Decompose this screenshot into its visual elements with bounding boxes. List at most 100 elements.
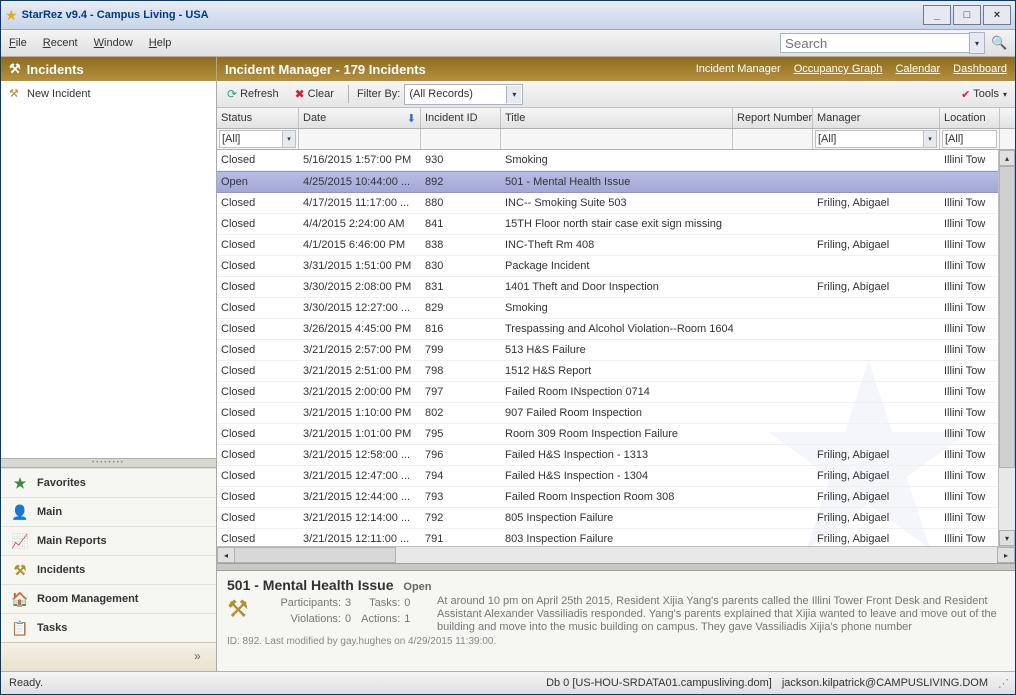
cell-id: 796 (421, 449, 501, 461)
table-row[interactable]: Open4/25/2015 10:44:00 ...892501 - Menta… (217, 171, 1015, 193)
col-incident-id[interactable]: Incident ID (421, 108, 501, 128)
filter-date[interactable] (301, 131, 418, 147)
clear-button[interactable]: ✖Clear (289, 85, 340, 103)
search-dropdown[interactable]: ▾ (969, 32, 985, 54)
filter-select[interactable]: (All Records)▾ (404, 84, 523, 105)
cell-location: Illini Tow (940, 449, 1000, 461)
refresh-button[interactable]: ⟳Refresh (221, 85, 285, 103)
toolbar: ⟳Refresh ✖Clear Filter By: (All Records)… (217, 81, 1015, 108)
cell-id: 794 (421, 470, 501, 482)
cell-title: 501 - Mental Health Issue (501, 176, 733, 188)
cell-status: Closed (217, 154, 299, 166)
table-row[interactable]: Closed3/21/2015 2:51:00 PM7981512 H&S Re… (217, 361, 1015, 382)
cell-title: 803 Inspection Failure (501, 533, 733, 545)
scroll-thumb-h[interactable] (234, 547, 396, 563)
filter-manager[interactable]: [All]▾ (815, 130, 937, 148)
table-row[interactable]: Closed3/21/2015 12:14:00 ...792805 Inspe… (217, 508, 1015, 529)
tools-button[interactable]: ✔Tools▾ (957, 86, 1011, 103)
table-row[interactable]: Closed4/1/2015 6:46:00 PM838INC-Theft Rm… (217, 235, 1015, 256)
minimize-button[interactable]: _ (923, 5, 951, 25)
filter-id[interactable] (423, 131, 498, 147)
status-ready: Ready. (9, 677, 43, 689)
cell-date: 5/16/2015 1:57:00 PM (299, 154, 421, 166)
table-row[interactable]: Closed3/31/2015 1:51:00 PM830Package Inc… (217, 256, 1015, 277)
table-row[interactable]: Closed3/21/2015 1:10:00 PM802907 Failed … (217, 403, 1015, 424)
cell-status: Closed (217, 512, 299, 524)
link-occupancy-graph[interactable]: Occupancy Graph (794, 63, 883, 75)
cell-title: INC-- Smoking Suite 503 (501, 197, 733, 209)
menu-file[interactable]: File (9, 37, 27, 49)
filter-report[interactable] (735, 131, 810, 147)
vertical-scrollbar[interactable]: ▴ ▾ (998, 150, 1015, 546)
nav-room-management[interactable]: 🏠Room Management (1, 584, 216, 613)
cell-id: 792 (421, 512, 501, 524)
table-row[interactable]: Closed3/26/2015 4:45:00 PM816Trespassing… (217, 319, 1015, 340)
cell-id: 795 (421, 428, 501, 440)
search-input[interactable] (780, 33, 970, 53)
nav-tasks[interactable]: 📋Tasks (1, 613, 216, 642)
cell-title: Smoking (501, 154, 733, 166)
table-row[interactable]: Closed5/16/2015 1:57:00 PM930SmokingIlli… (217, 150, 1015, 171)
grid-body[interactable]: ▴ ▾ Closed5/16/2015 1:57:00 PM930Smoking… (217, 150, 1015, 546)
nav-expand-icon[interactable]: » (194, 649, 210, 665)
nav-incidents[interactable]: ⚒Incidents (1, 555, 216, 584)
scroll-up-button[interactable]: ▴ (999, 150, 1015, 166)
search-icon[interactable]: 🔍 (991, 35, 1007, 51)
col-manager[interactable]: Manager (813, 108, 940, 128)
col-status[interactable]: Status (217, 108, 299, 128)
nav-main-reports[interactable]: 📈Main Reports (1, 526, 216, 555)
nav-favorites[interactable]: ★Favorites (1, 468, 216, 497)
sidebar-splitter[interactable]: •••••••• (1, 458, 216, 468)
scroll-down-button[interactable]: ▾ (999, 530, 1015, 546)
menu-window[interactable]: Window (94, 37, 133, 49)
sort-desc-icon: ⬇ (407, 112, 416, 125)
detail-meta: Participants:3 Tasks:0 Violations:0 Acti… (271, 595, 431, 627)
col-title[interactable]: Title (501, 108, 733, 128)
table-row[interactable]: Closed3/30/2015 12:27:00 ...829SmokingIl… (217, 298, 1015, 319)
scroll-left-button[interactable]: ◂ (217, 547, 235, 563)
table-row[interactable]: Closed3/21/2015 12:47:00 ...794Failed H&… (217, 466, 1015, 487)
table-row[interactable]: Closed3/30/2015 2:08:00 PM8311401 Theft … (217, 277, 1015, 298)
table-row[interactable]: Closed4/4/2015 2:24:00 AM84115TH Floor n… (217, 214, 1015, 235)
close-button[interactable]: × (983, 5, 1011, 25)
detail-title: 501 - Mental Health Issue (227, 577, 394, 593)
horizontal-scrollbar[interactable]: ◂ ▸ (217, 546, 1015, 563)
table-row[interactable]: Closed3/21/2015 2:57:00 PM799513 H&S Fai… (217, 340, 1015, 361)
tree-item-label: New Incident (27, 88, 91, 100)
link-dashboard[interactable]: Dashboard (953, 63, 1007, 75)
table-row[interactable]: Closed3/21/2015 2:00:00 PM797Failed Room… (217, 382, 1015, 403)
table-row[interactable]: Closed3/21/2015 12:44:00 ...793Failed Ro… (217, 487, 1015, 508)
link-incident-manager[interactable]: Incident Manager (696, 63, 781, 75)
cell-date: 3/26/2015 4:45:00 PM (299, 323, 421, 335)
tree-item-new-incident[interactable]: ⚒ New Incident (5, 85, 212, 102)
maximize-button[interactable]: □ (953, 5, 981, 25)
detail-splitter[interactable] (217, 563, 1015, 571)
cell-title: Failed H&S Inspection - 1304 (501, 470, 733, 482)
resize-grip-icon[interactable]: ⋰ (998, 677, 1007, 690)
cell-title: Failed H&S Inspection - 1313 (501, 449, 733, 461)
nav-footer: » (1, 642, 216, 671)
status-bar: Ready. Db 0 [US-HOU-SRDATA01.campuslivin… (1, 671, 1015, 694)
nav-main[interactable]: 👤Main (1, 497, 216, 526)
table-row[interactable]: Closed3/21/2015 12:11:00 ...791803 Inspe… (217, 529, 1015, 546)
menu-help[interactable]: Help (149, 37, 172, 49)
table-row[interactable]: Closed4/17/2015 11:17:00 ...880INC-- Smo… (217, 193, 1015, 214)
scroll-thumb[interactable] (999, 166, 1015, 468)
toolbar-separator (348, 85, 349, 103)
cell-status: Closed (217, 323, 299, 335)
filter-status[interactable]: [All]▾ (219, 130, 296, 148)
col-report-number[interactable]: Report Number (733, 108, 813, 128)
table-row[interactable]: Closed3/21/2015 12:58:00 ...796Failed H&… (217, 445, 1015, 466)
cell-title: 907 Failed Room Inspection (501, 407, 733, 419)
cell-id: 799 (421, 344, 501, 356)
col-date[interactable]: Date⬇ (299, 108, 421, 128)
col-location[interactable]: Location (940, 108, 1000, 128)
menu-recent[interactable]: Recent (43, 37, 78, 49)
filter-title[interactable] (503, 131, 730, 147)
link-calendar[interactable]: Calendar (895, 63, 940, 75)
cell-location: Illini Tow (940, 491, 1000, 503)
scroll-right-button[interactable]: ▸ (997, 547, 1015, 563)
table-row[interactable]: Closed3/21/2015 1:01:00 PM795Room 309 Ro… (217, 424, 1015, 445)
cell-manager: Friling, Abigael (813, 239, 940, 251)
filter-location[interactable]: [All] (942, 130, 997, 148)
